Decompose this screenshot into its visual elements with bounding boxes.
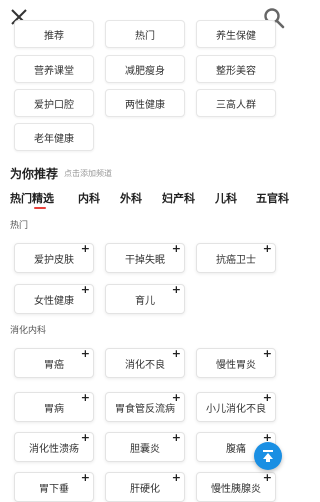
channel-chip[interactable]: 推荐 — [14, 20, 94, 48]
tab-obstetrics[interactable]: 妇产科 — [162, 190, 195, 206]
channel-chip[interactable]: 爱护口腔 — [14, 89, 94, 117]
channel-card[interactable]: 干掉失眠 + — [105, 243, 185, 273]
card-label: 育儿 — [135, 295, 155, 307]
channel-card[interactable]: 消化性溃疡 + — [14, 432, 94, 462]
card-label: 小儿消化不良 — [206, 403, 266, 415]
add-icon[interactable]: + — [263, 243, 272, 255]
card-label: 肝硬化 — [130, 483, 160, 495]
channel-card[interactable]: 胃食管反流病 + — [105, 392, 185, 422]
add-icon[interactable]: + — [81, 284, 90, 296]
channel-card[interactable]: 育儿 + — [105, 284, 185, 314]
channel-chip[interactable]: 三高人群 — [196, 89, 276, 117]
channel-card[interactable]: 消化不良 + — [105, 348, 185, 378]
tab-internal-medicine[interactable]: 内科 — [78, 190, 100, 206]
channel-card[interactable]: 抗癌卫士 + — [196, 243, 276, 273]
tab-pediatrics[interactable]: 儿科 — [215, 190, 237, 206]
channel-card[interactable]: 胆囊炎 + — [105, 432, 185, 462]
card-label: 消化性溃疡 — [29, 443, 79, 455]
card-label: 女性健康 — [34, 295, 74, 307]
card-label: 慢性胰腺炎 — [211, 483, 261, 495]
add-icon[interactable]: + — [172, 392, 181, 404]
tab-surgery[interactable]: 外科 — [120, 190, 142, 206]
add-icon[interactable]: + — [172, 284, 181, 296]
channel-chip[interactable]: 老年健康 — [14, 123, 94, 151]
card-label: 胃食管反流病 — [115, 403, 175, 415]
card-label: 消化不良 — [125, 359, 165, 371]
card-label: 胆囊炎 — [130, 443, 160, 455]
add-icon[interactable]: + — [172, 472, 181, 484]
channel-card[interactable]: 爱护皮肤 + — [14, 243, 94, 273]
add-icon[interactable]: + — [81, 243, 90, 255]
card-label: 爱护皮肤 — [34, 254, 74, 266]
back-to-top-button[interactable] — [254, 442, 282, 470]
channel-chip[interactable]: 整形美容 — [196, 55, 276, 83]
add-icon[interactable]: + — [172, 432, 181, 444]
card-label: 胃癌 — [44, 359, 64, 371]
add-icon[interactable]: + — [81, 472, 90, 484]
channel-card[interactable]: 女性健康 + — [14, 284, 94, 314]
channel-card[interactable]: 慢性胰腺炎 + — [196, 472, 276, 502]
channel-card[interactable]: 胃下垂 + — [14, 472, 94, 502]
channel-chip[interactable]: 热门 — [105, 20, 185, 48]
add-icon[interactable]: + — [81, 432, 90, 444]
category-tabs: 热门精选 内科 外科 妇产科 儿科 五官科 — [0, 190, 295, 214]
card-label: 抗癌卫士 — [216, 254, 256, 266]
channel-chip[interactable]: 减肥瘦身 — [105, 55, 185, 83]
channel-chip[interactable]: 营养课堂 — [14, 55, 94, 83]
add-icon[interactable]: + — [172, 243, 181, 255]
channel-card[interactable]: 慢性胃炎 + — [196, 348, 276, 378]
add-icon[interactable]: + — [263, 392, 272, 404]
arrow-up-icon — [263, 450, 273, 462]
add-icon[interactable]: + — [263, 472, 272, 484]
tab-ent[interactable]: 五官科 — [256, 190, 289, 206]
active-tab-indicator — [34, 207, 46, 209]
card-label: 慢性胃炎 — [216, 359, 256, 371]
section-label-hot: 热门 — [10, 221, 29, 231]
card-label: 胃病 — [44, 403, 64, 415]
card-label: 胃下垂 — [39, 483, 69, 495]
add-icon[interactable]: + — [81, 348, 90, 360]
channel-card[interactable]: 胃癌 + — [14, 348, 94, 378]
add-icon[interactable]: + — [263, 348, 272, 360]
card-label: 干掉失眠 — [125, 254, 165, 266]
tab-hot-picks[interactable]: 热门精选 — [10, 190, 54, 206]
channel-chip[interactable]: 两性健康 — [105, 89, 185, 117]
section-label-digestive: 消化内科 — [10, 326, 47, 336]
add-icon[interactable]: + — [172, 348, 181, 360]
channel-chip[interactable]: 养生保健 — [196, 20, 276, 48]
recommend-hint: 点击添加频道 — [64, 169, 112, 178]
card-label: 腹痛 — [226, 443, 246, 455]
channel-card[interactable]: 胃病 + — [14, 392, 94, 422]
recommend-title: 为你推荐 — [10, 167, 59, 181]
channel-card[interactable]: 小儿消化不良 + — [196, 392, 276, 422]
channel-card[interactable]: 肝硬化 + — [105, 472, 185, 502]
add-icon[interactable]: + — [81, 392, 90, 404]
